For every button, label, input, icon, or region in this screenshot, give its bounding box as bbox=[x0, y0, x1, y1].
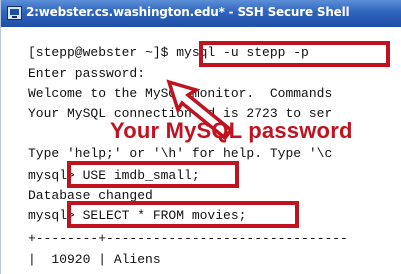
terminal-line: Database changed bbox=[28, 188, 153, 203]
terminal-line: mysql> SELECT * FROM movies; bbox=[28, 208, 247, 223]
terminal-line: | 10920 | Aliens bbox=[28, 252, 161, 267]
terminal-line: [stepp@webster ~]$ mysql -u stepp -p bbox=[28, 45, 309, 60]
terminal-area[interactable]: [stepp@webster ~]$ mysql -u stepp -p Ent… bbox=[1, 27, 401, 274]
terminal-line: Type 'help;' or '\h' for help. Type '\c bbox=[28, 146, 333, 161]
terminal-line: +--------+------------------------------… bbox=[28, 231, 348, 246]
terminal-icon bbox=[7, 6, 22, 20]
password-annotation: Your MySQL password bbox=[110, 118, 353, 143]
terminal-line: Enter password: bbox=[28, 66, 146, 81]
window-title: 2:webster.cs.washington.edu* - SSH Secur… bbox=[26, 5, 350, 19]
title-bar[interactable]: 2:webster.cs.washington.edu* - SSH Secur… bbox=[1, 0, 401, 27]
terminal-line: mysql> USE imdb_small; bbox=[28, 168, 200, 183]
ssh-window: 2:webster.cs.washington.edu* - SSH Secur… bbox=[0, 0, 401, 274]
